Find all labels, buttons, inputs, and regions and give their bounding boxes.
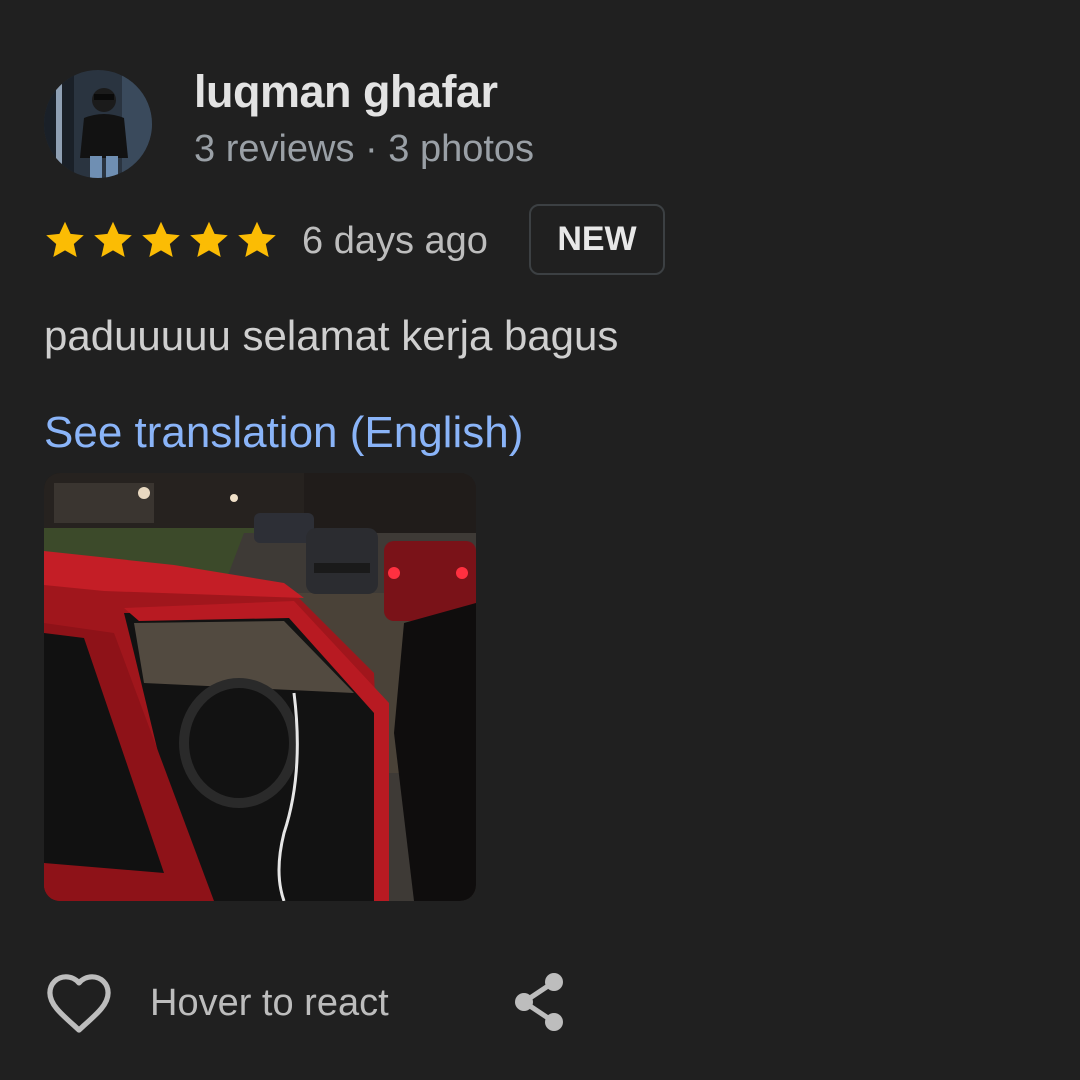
share-button[interactable]: [510, 970, 570, 1034]
star-icon: [42, 217, 88, 263]
star-icon: [234, 217, 280, 263]
review-text: paduuuuu selamat kerja bagus: [44, 312, 619, 359]
review-card: luqman ghafar 3 reviews · 3 photos 6 day…: [0, 0, 1080, 1080]
author-stats: 3 reviews · 3 photos: [194, 128, 535, 170]
star-icon: [138, 217, 184, 263]
review-photo[interactable]: [44, 473, 476, 901]
author-avatar[interactable]: [44, 70, 152, 178]
star-rating: [42, 217, 280, 263]
react-label: Hover to react: [150, 981, 389, 1024]
new-badge: NEW: [529, 204, 665, 275]
share-icon: [510, 970, 570, 1034]
see-translation-link[interactable]: See translation (English): [44, 408, 523, 458]
react-button[interactable]: Hover to react: [44, 968, 389, 1038]
author-name[interactable]: luqman ghafar: [194, 66, 498, 118]
review-date: 6 days ago: [302, 220, 488, 262]
heart-outline-icon: [44, 971, 114, 1035]
star-icon: [186, 217, 232, 263]
star-icon: [90, 217, 136, 263]
